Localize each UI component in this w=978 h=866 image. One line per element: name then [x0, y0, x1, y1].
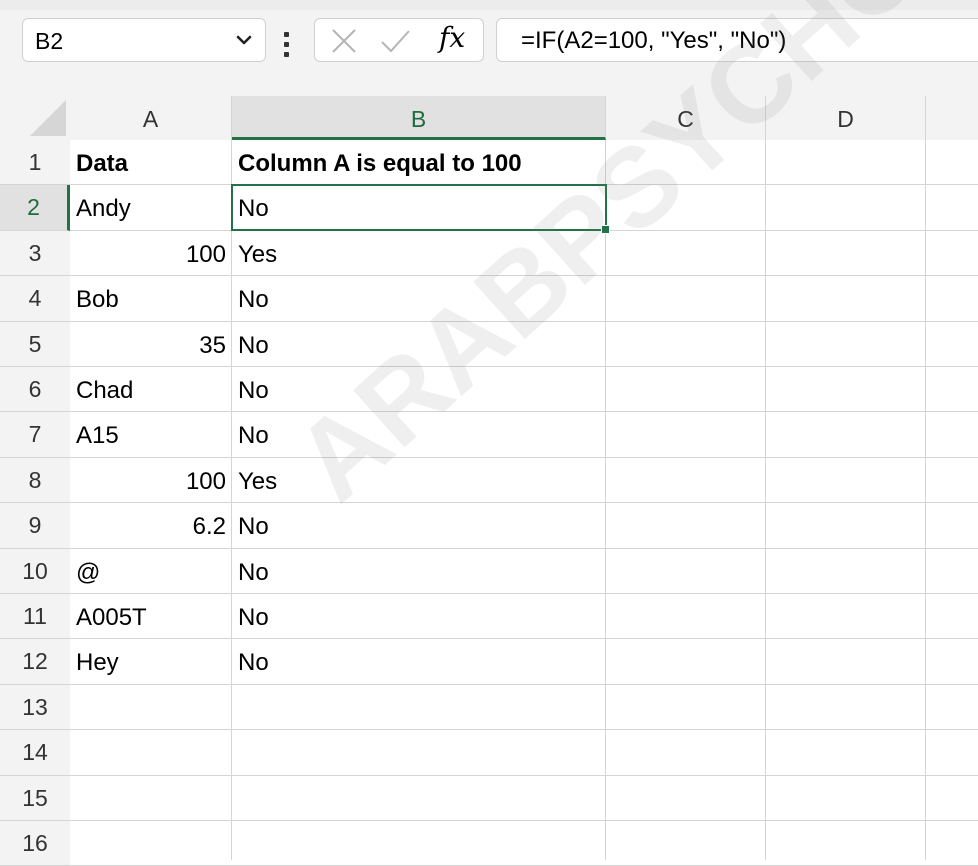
cell-b6[interactable]: No	[232, 367, 606, 412]
row-header-7[interactable]: 7	[0, 412, 70, 458]
cell-b10[interactable]: No	[232, 549, 606, 594]
select-all-corner[interactable]	[0, 96, 70, 140]
row-gridline	[70, 820, 978, 821]
row-header-13[interactable]: 13	[0, 684, 70, 731]
cell-a4[interactable]: Bob	[70, 276, 232, 321]
row-gridline	[70, 774, 978, 776]
row-header-1[interactable]: 1	[0, 140, 70, 186]
row-header-16[interactable]: 16	[0, 821, 70, 866]
cell-b4[interactable]: No	[232, 276, 606, 321]
row-header-9[interactable]: 9	[0, 503, 70, 549]
check-icon[interactable]	[379, 26, 411, 56]
cell-a6[interactable]: Chad	[70, 367, 232, 412]
column-header-b[interactable]: B	[232, 96, 606, 140]
column-header-c[interactable]: C	[606, 96, 766, 140]
formula-actions: fx	[314, 18, 484, 62]
cell-a2[interactable]: Andy	[70, 185, 232, 230]
row-header-4[interactable]: 4	[0, 276, 70, 322]
row-header-10[interactable]: 10	[0, 548, 70, 594]
row-header-5[interactable]: 5	[0, 321, 70, 367]
window-top-strip	[0, 0, 978, 10]
column-gridline	[765, 140, 766, 860]
column-header-d[interactable]: D	[766, 96, 926, 140]
row-header-15[interactable]: 15	[0, 775, 70, 821]
cell-a12[interactable]: Hey	[70, 639, 232, 684]
row-header-6[interactable]: 6	[0, 367, 70, 413]
spreadsheet-grid: ABCD 1 2 3 4 5 6 7 8 9 10 11 12 13 14 15 16 Data Column …	[0, 96, 978, 866]
column-gridline	[925, 140, 926, 860]
cell-a3[interactable]: 100	[70, 231, 232, 276]
row-gridline	[70, 729, 978, 731]
cell-a5[interactable]: 35	[70, 322, 232, 367]
row-header-12[interactable]: 12	[0, 639, 70, 685]
cell-b11[interactable]: No	[232, 594, 606, 639]
cell-a11[interactable]: A005T	[70, 594, 232, 639]
cell-b1[interactable]: Column A is equal to 100	[232, 140, 606, 185]
cell-a8[interactable]: 100	[70, 458, 232, 503]
formula-input[interactable]: =IF(A2=100, "Yes", "No")	[496, 18, 978, 62]
cell-a7[interactable]: A15	[70, 412, 232, 457]
chevron-down-icon[interactable]	[233, 29, 255, 51]
cell-a10[interactable]: @	[70, 549, 232, 594]
formula-text: =IF(A2=100, "Yes", "No")	[521, 27, 787, 54]
formula-bar: B2 fx =IF(A2=100, "Yes", "No")	[0, 10, 978, 96]
column-header-e[interactable]	[926, 96, 978, 140]
cell-a9[interactable]: 6.2	[70, 503, 232, 548]
row-header-14[interactable]: 14	[0, 730, 70, 776]
cell-a1[interactable]: Data	[70, 140, 232, 185]
row-header-3[interactable]: 3	[0, 230, 70, 277]
name-box-value: B2	[35, 28, 64, 54]
insert-function-icon[interactable]: fx	[439, 21, 465, 54]
active-cell-border	[231, 184, 610, 234]
fill-handle[interactable]	[601, 224, 610, 234]
cell-b5[interactable]: No	[232, 322, 606, 367]
name-box[interactable]: B2	[22, 18, 266, 62]
row-header-11[interactable]: 11	[0, 594, 70, 640]
cell-b3[interactable]: Yes	[232, 231, 606, 276]
cell-b12[interactable]: No	[232, 639, 606, 684]
cell-b8[interactable]: Yes	[232, 458, 606, 503]
column-header-a[interactable]: A	[70, 96, 232, 140]
cell-b7[interactable]: No	[232, 412, 606, 457]
row-header-2[interactable]: 2	[0, 185, 70, 231]
more-options-icon[interactable]	[284, 32, 290, 57]
row-header-8[interactable]: 8	[0, 457, 70, 504]
cell-b9[interactable]: No	[232, 503, 606, 548]
cancel-icon[interactable]	[329, 26, 359, 56]
